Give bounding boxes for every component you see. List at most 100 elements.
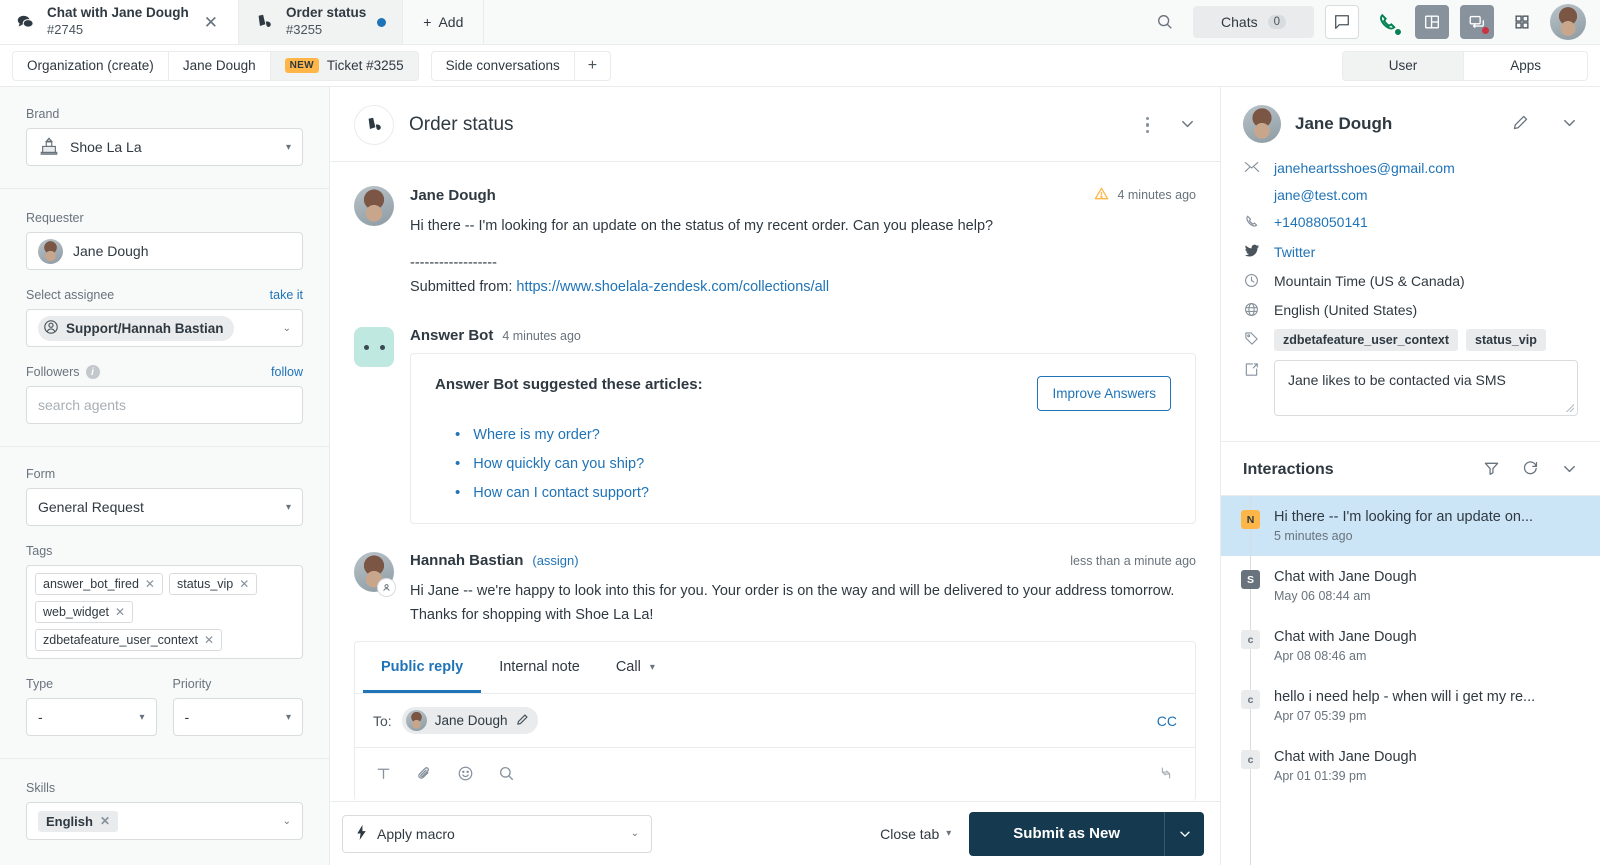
- info-icon[interactable]: i: [85, 365, 100, 379]
- toggle-user[interactable]: User: [1342, 51, 1465, 80]
- event-type-badge: N: [1241, 510, 1260, 530]
- remove-tag-icon[interactable]: ✕: [145, 577, 155, 591]
- navtab-jane-dough[interactable]: Jane Dough: [169, 51, 271, 80]
- type-select[interactable]: - ▾: [26, 698, 157, 736]
- toggle-apps[interactable]: Apps: [1464, 52, 1587, 80]
- toggle-label: Apps: [1510, 58, 1541, 73]
- article-link[interactable]: How can I contact support?: [473, 485, 649, 501]
- user-email-primary[interactable]: janeheartsshoes@gmail.com: [1274, 158, 1455, 178]
- add-tab-button[interactable]: + Add: [403, 0, 485, 44]
- message-time: 4 minutes ago: [1094, 186, 1196, 204]
- chevron-down-icon[interactable]: [1561, 114, 1578, 134]
- list-item[interactable]: c hello i need help - when will i get my…: [1221, 676, 1600, 736]
- user-context-sidebar: Jane Dough janeheartsshoes@gmail.com jan…: [1220, 87, 1600, 865]
- take-it-link[interactable]: take it: [270, 288, 303, 302]
- event-date: 5 minutes ago: [1274, 529, 1353, 544]
- assign-link[interactable]: (assign): [532, 553, 578, 568]
- user-note-row: Jane likes to be contacted via SMS: [1243, 360, 1578, 417]
- tag-chip[interactable]: web_widget ✕: [35, 601, 134, 623]
- list-item[interactable]: • How can I contact support?: [435, 485, 1171, 501]
- twitter-icon: [1243, 242, 1260, 258]
- page-title: Order status: [409, 114, 514, 135]
- article-link[interactable]: Where is my order?: [473, 427, 600, 443]
- submitted-from-link[interactable]: https://www.shoelala-zendesk.com/collect…: [516, 279, 829, 295]
- navtab-side-conversations[interactable]: Side conversations: [432, 51, 575, 80]
- list-item[interactable]: S Chat with Jane Dough May 06 08:44 am: [1221, 556, 1600, 616]
- avatar[interactable]: [1243, 105, 1281, 143]
- user-twitter[interactable]: Twitter: [1274, 242, 1315, 262]
- chevron-down-icon[interactable]: [1179, 115, 1196, 135]
- article-link[interactable]: How quickly can you ship?: [473, 456, 644, 472]
- tab-call[interactable]: Call ▾: [598, 642, 673, 693]
- cc-button[interactable]: CC: [1157, 713, 1177, 729]
- recipient-chip[interactable]: Jane Dough: [401, 707, 538, 734]
- chevron-down-icon[interactable]: [1561, 460, 1578, 480]
- remove-skill-icon[interactable]: ✕: [100, 814, 110, 828]
- apply-macro-select[interactable]: Apply macro ⌄: [342, 814, 652, 853]
- message-square-icon[interactable]: [1325, 5, 1359, 39]
- suggested-articles-list: • Where is my order? • How quickly can you…: [435, 427, 1171, 501]
- add-side-conversation-button[interactable]: +: [575, 52, 610, 80]
- improve-answers-button[interactable]: Improve Answers: [1037, 376, 1171, 412]
- tab-title: Chat with Jane Dough: [47, 5, 189, 21]
- followers-input[interactable]: search agents: [26, 386, 303, 424]
- tag-chip[interactable]: zdbetafeature_user_context ✕: [35, 629, 223, 651]
- priority-select[interactable]: - ▾: [172, 698, 303, 736]
- filter-icon[interactable]: [1483, 460, 1500, 480]
- close-tab-button[interactable]: Close tab ▾: [880, 826, 951, 842]
- attachment-icon[interactable]: [416, 765, 433, 785]
- unsaved-indicator-dot: [377, 17, 387, 27]
- more-options-icon[interactable]: [1142, 113, 1154, 138]
- pencil-icon[interactable]: [516, 713, 529, 729]
- tab-chat-with-jane-dough[interactable]: Chat with Jane Dough #2745 ✕: [0, 0, 239, 44]
- user-email-secondary[interactable]: jane@test.com: [1274, 187, 1578, 203]
- phone-icon[interactable]: [1370, 5, 1404, 39]
- pencil-icon[interactable]: [1512, 114, 1529, 134]
- tab-label: Internal note: [499, 659, 580, 675]
- refresh-icon[interactable]: [1522, 460, 1539, 480]
- requester-select[interactable]: Jane Dough: [26, 232, 303, 270]
- list-item[interactable]: c Chat with Jane Dough Apr 08 08:46 am: [1221, 616, 1600, 676]
- remove-tag-icon[interactable]: ✕: [204, 633, 214, 647]
- assignee-select[interactable]: Support/Hannah Bastian ⌄: [26, 309, 303, 347]
- user-avatar[interactable]: [1550, 4, 1586, 40]
- layout-panel-icon[interactable]: [1415, 5, 1449, 39]
- user-phone[interactable]: +14088050141: [1274, 212, 1368, 232]
- list-item[interactable]: • Where is my order?: [435, 427, 1171, 443]
- tags-input[interactable]: answer_bot_fired ✕ status_vip ✕ web_widget…: [26, 565, 303, 659]
- brand-select[interactable]: Shoe La La ▾: [26, 128, 303, 166]
- submit-options-chevron-down-icon[interactable]: [1164, 811, 1204, 856]
- remove-tag-icon[interactable]: ✕: [115, 605, 125, 619]
- user-note-textarea[interactable]: Jane likes to be contacted via SMS: [1274, 360, 1578, 417]
- text-format-icon[interactable]: [375, 765, 392, 785]
- skill-chip[interactable]: English ✕: [38, 810, 119, 832]
- list-item[interactable]: • How quickly can you ship?: [435, 456, 1171, 472]
- remove-tag-icon[interactable]: ✕: [239, 577, 249, 591]
- close-icon[interactable]: ✕: [200, 14, 222, 31]
- knowledge-search-icon[interactable]: [498, 765, 515, 785]
- tag-chip[interactable]: status_vip ✕: [168, 573, 258, 595]
- navtab-organization-create[interactable]: Organization (create): [13, 51, 169, 80]
- chats-status-button[interactable]: Chats 0: [1193, 6, 1314, 38]
- main-layout: Brand Shoe La La ▾ Requester Jane Dough …: [0, 87, 1600, 865]
- list-item[interactable]: N Hi there -- I'm looking for an update …: [1221, 496, 1600, 557]
- list-item[interactable]: c Chat with Jane Dough Apr 01 01:39 pm: [1221, 736, 1600, 796]
- navtab-ticket-3255[interactable]: NEW Ticket #3255: [270, 51, 418, 80]
- apps-grid-icon[interactable]: [1505, 5, 1539, 39]
- tag-chip[interactable]: answer_bot_fired ✕: [35, 573, 163, 595]
- skills-select[interactable]: English ✕ ⌄: [26, 802, 303, 840]
- search-icon[interactable]: [1148, 5, 1182, 39]
- tab-public-reply[interactable]: Public reply: [363, 642, 482, 693]
- event-type-badge: c: [1241, 690, 1260, 710]
- emoji-icon[interactable]: [457, 765, 474, 785]
- event-type-badge: S: [1241, 570, 1260, 590]
- message-separator: ------------------: [410, 255, 497, 272]
- submit-as-new-button[interactable]: Submit as New: [969, 811, 1164, 856]
- follow-link[interactable]: follow: [271, 365, 303, 379]
- form-select[interactable]: General Request ▾: [26, 488, 303, 526]
- tab-order-status[interactable]: Order status #3255: [239, 0, 404, 44]
- resize-handle-icon[interactable]: [1157, 764, 1175, 785]
- tab-internal-note[interactable]: Internal note: [481, 642, 598, 693]
- navtab-label: Side conversations: [445, 58, 560, 73]
- talk-routing-icon[interactable]: [1460, 5, 1494, 39]
